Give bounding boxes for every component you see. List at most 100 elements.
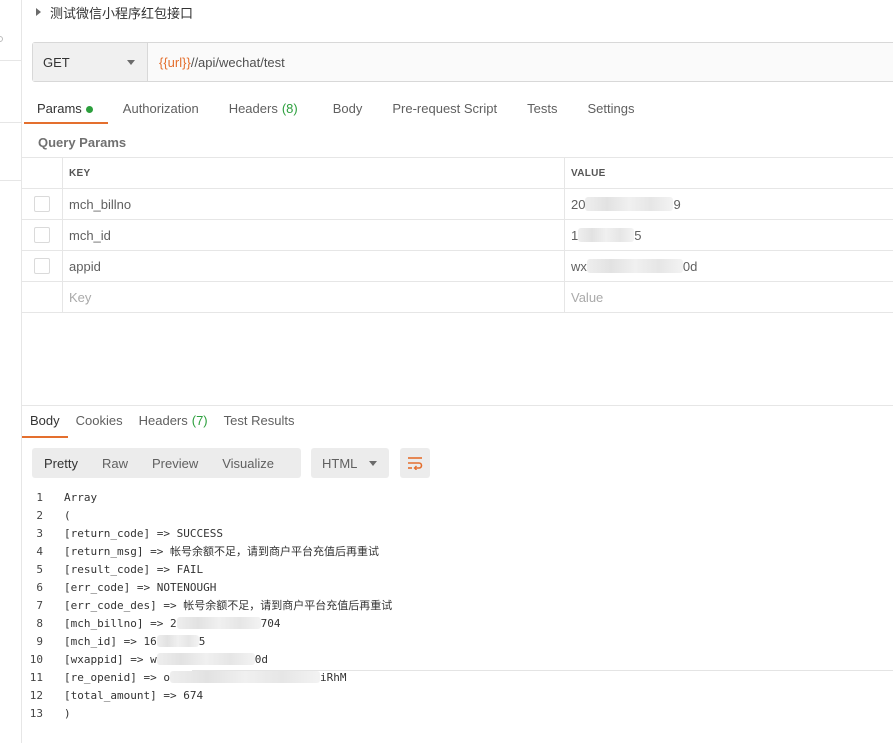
value-start: 20 xyxy=(571,196,586,212)
line-number: 5 xyxy=(36,562,43,576)
code-line: 5 [result_code] => FAIL xyxy=(22,560,893,578)
code-line: 3 [return_code] => SUCCESS xyxy=(22,524,893,542)
tab-label: Headers xyxy=(228,101,278,116)
line-text: Array xyxy=(64,490,98,504)
tab-label: Body xyxy=(332,101,363,116)
tab-authorization[interactable]: Authorization xyxy=(108,96,214,124)
tab-response-headers[interactable]: Headers (7) xyxy=(131,410,216,438)
line-number: 11 xyxy=(29,670,43,684)
line-number: 8 xyxy=(36,616,43,630)
tab-tests[interactable]: Tests xyxy=(512,96,572,124)
code-line: 7 [err_code_des] => 帐号余额不足，请到商户平台充值后再重试 xyxy=(22,596,893,614)
visualize-button[interactable]: Visualize xyxy=(210,448,286,478)
row-checkbox[interactable] xyxy=(34,227,50,243)
tab-params[interactable]: Params xyxy=(22,96,108,124)
line-tail: iRhM xyxy=(319,670,347,684)
tab-label: Headers xyxy=(138,413,188,428)
pane-divider[interactable] xyxy=(22,405,893,406)
line-number: 7 xyxy=(36,598,43,612)
tab-count: (7) xyxy=(191,413,208,428)
line-number: 12 xyxy=(29,688,43,702)
blurred-region xyxy=(156,635,199,647)
tab-response-body[interactable]: Body xyxy=(22,410,68,438)
chevron-down-icon xyxy=(127,59,135,65)
table-row: mch_billno 20 9 xyxy=(22,189,893,220)
wrap-lines-icon xyxy=(408,457,423,470)
code-line: 10 [wxappid] => w 0d xyxy=(22,650,893,668)
caret-right-icon[interactable] xyxy=(36,8,41,16)
line-number: 6 xyxy=(36,580,43,594)
request-title-row[interactable]: 测试微信小程序红包接口 xyxy=(36,3,193,21)
code-line: 13) xyxy=(22,704,893,722)
tab-label: Body xyxy=(30,413,60,428)
param-value[interactable]: 15 xyxy=(565,220,893,250)
row-checkbox[interactable] xyxy=(34,258,50,274)
response-body-code[interactable]: 1 Array 2( 3 [return_code] => SUCCESS 4 [re… xyxy=(22,488,893,722)
code-line: 8 [mch_billno] => 2 704 xyxy=(22,614,893,632)
status-dot-icon xyxy=(85,106,93,113)
code-line: 4 [return_msg] => 帐号余额不足，请到商户平台充值后再重试 xyxy=(22,542,893,560)
code-line: 12 [total_amount] => 674 xyxy=(22,686,893,704)
wrap-lines-button[interactable] xyxy=(400,448,430,478)
line-tail: 5 xyxy=(198,634,206,648)
url-input[interactable]: {{url}}//api/wechat/test xyxy=(148,43,893,81)
new-key-input[interactable]: Key xyxy=(63,282,565,312)
params-table: KEY VALUE mch_billno 20 9 mch_id 15 appid… xyxy=(22,157,893,313)
tab-label: Tests xyxy=(527,101,558,116)
tab-body[interactable]: Body xyxy=(313,96,378,124)
line-text: [result_code] => FAIL xyxy=(64,562,204,576)
format-select[interactable]: HTML xyxy=(311,448,389,478)
blurred-region xyxy=(578,228,635,242)
tab-label: Params xyxy=(37,101,82,116)
row-checkbox-cell xyxy=(22,251,63,281)
sidebar-circle-icon xyxy=(0,36,3,42)
table-row: appid wx 0d xyxy=(22,251,893,282)
param-key[interactable]: appid xyxy=(63,251,565,281)
row-checkbox[interactable] xyxy=(34,196,50,212)
preview-button[interactable]: Preview xyxy=(140,448,210,478)
method-select[interactable]: GET xyxy=(33,43,148,81)
param-key[interactable]: mch_id xyxy=(63,220,565,250)
tab-pre-request-script[interactable]: Pre-request Script xyxy=(377,96,512,124)
tab-test-results[interactable]: Test Results xyxy=(216,410,303,438)
param-value[interactable]: wx 0d xyxy=(565,251,893,281)
param-value[interactable]: 20 9 xyxy=(565,189,893,219)
header-checkbox-cell xyxy=(22,158,63,188)
line-number: 10 xyxy=(29,652,43,666)
chevron-down-icon xyxy=(369,460,377,466)
tab-cookies[interactable]: Cookies xyxy=(68,410,131,438)
response-view-toggle: Pretty Raw Preview Visualize xyxy=(32,448,301,478)
tab-label: Settings xyxy=(587,101,635,116)
row-checkbox-cell xyxy=(22,282,63,312)
line-number: 4 xyxy=(36,544,43,558)
url-variable: {{url}} xyxy=(159,54,191,70)
raw-button[interactable]: Raw xyxy=(90,448,140,478)
key-column-header: KEY xyxy=(63,158,565,188)
line-text: [re_openid] => o xyxy=(64,670,170,684)
tab-settings[interactable]: Settings xyxy=(572,96,649,124)
code-line: 1 Array xyxy=(22,488,893,506)
line-text: [total_amount] => 674 xyxy=(64,688,204,702)
code-line: 9 [mch_id] => 16 5 xyxy=(22,632,893,650)
pretty-button[interactable]: Pretty xyxy=(32,448,90,478)
line-number: 13 xyxy=(29,706,43,720)
method-label: GET xyxy=(43,54,70,70)
line-text: [return_code] => SUCCESS xyxy=(64,526,223,540)
url-bar: GET {{url}}//api/wechat/test xyxy=(32,42,893,82)
value-start: wx xyxy=(571,258,587,274)
line-tail: 0d xyxy=(254,652,268,666)
tab-headers[interactable]: Headers (8) xyxy=(214,96,313,124)
blurred-region xyxy=(156,653,255,665)
table-row-new: Key Value xyxy=(22,282,893,313)
line-text: [wxappid] => w xyxy=(64,652,157,666)
value-end: 9 xyxy=(673,196,681,212)
request-title: 测试微信小程序红包接口 xyxy=(50,5,194,21)
param-key[interactable]: mch_billno xyxy=(63,189,565,219)
new-value-input[interactable]: Value xyxy=(565,282,893,312)
line-number: 1 xyxy=(36,490,43,504)
line-text: [return_msg] => 帐号余额不足，请到商户平台充值后再重试 xyxy=(64,545,379,558)
tab-label: Pre-request Script xyxy=(392,101,498,116)
code-line: 2( xyxy=(22,506,893,524)
table-header: KEY VALUE xyxy=(22,158,893,189)
value-column-header: VALUE xyxy=(571,167,606,179)
